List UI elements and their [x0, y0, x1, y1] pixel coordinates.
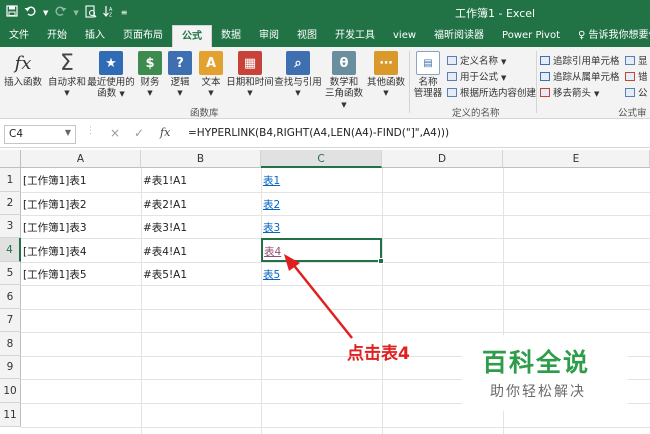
arrow-shaft: [291, 262, 353, 339]
watermark-subtitle: 助你轻松解决: [490, 384, 586, 400]
watermark-title: 百科全说: [482, 348, 591, 377]
annotation-label: 点击表4: [347, 344, 410, 364]
